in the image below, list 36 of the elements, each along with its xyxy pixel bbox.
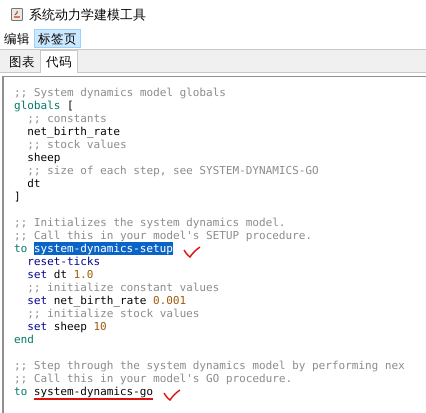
code-comment: ;; Initializes the system dynamics model. [14,216,286,229]
code-comment: ;; size of each step, see SYSTEM-DYNAMICS-GO [26,164,319,177]
code-comment: ;; Call this in your model's GO procedure. [14,372,292,385]
code-number: 10 [93,320,107,333]
code-keyword: globals [14,99,60,112]
tab[interactable]: 代码 [40,50,78,73]
app-icon [11,8,23,21]
code-comment: ;; initialize stock values [26,307,200,320]
code-keyword: to [14,385,28,398]
code-command: set [26,294,48,307]
window-title: 系统动力学建模工具 [29,6,146,24]
code-comment: ;; System dynamics model globals [14,86,226,99]
code-keyword: to [14,242,28,255]
underlined-code-text: system-dynamics-go [34,385,154,400]
code-text: dt [26,177,40,190]
code-number: 1.0 [74,268,94,281]
code-comment: ;; stock values [26,138,127,151]
code-number: 0.001 [153,294,186,307]
code-keyword: end [14,333,34,346]
code-text: net_birth_rate [54,294,146,307]
selected-code-text: system-dynamics-setup [34,242,173,255]
code-comment: ;; Call this in your model's SETUP procedure. [14,229,312,242]
code-text: net_birth_rate [26,125,120,138]
menu-item[interactable]: 标签页 [34,29,81,48]
code-command: set [26,268,48,281]
code-comment: ;; initialize constant values [26,281,220,294]
code-comment: ;; Step through the system dynamics model by performing nex [14,359,405,372]
code-command: set [26,320,48,333]
code-text: dt [54,268,67,281]
code-text: sheep [26,151,60,164]
code-text: ] [14,190,21,203]
code-comment: ;; constants [26,112,107,125]
code-text: sheep [54,320,87,333]
code-text: [ [66,99,74,112]
code-command: reset-ticks [26,255,100,268]
menu-item[interactable]: 编辑 [0,29,34,48]
